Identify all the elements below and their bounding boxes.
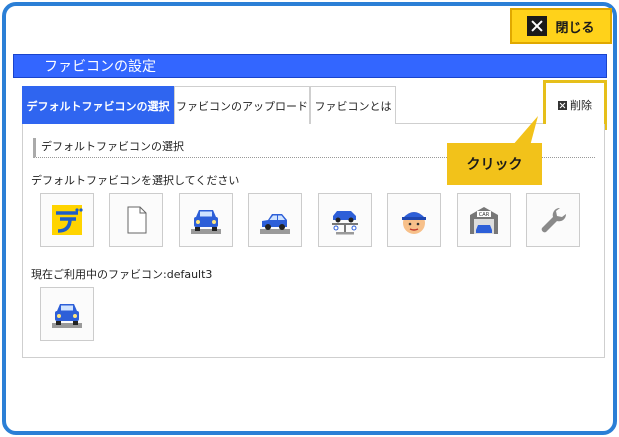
current-favicon-preview	[40, 287, 94, 341]
favicon-option-4[interactable]	[248, 193, 302, 247]
click-callout: クリック	[447, 143, 542, 185]
car-lift-icon	[332, 211, 358, 235]
favicon-option-8[interactable]	[526, 193, 580, 247]
blue-car-front-icon	[191, 210, 221, 234]
favicon-option-1[interactable]	[40, 193, 94, 247]
blue-car-front-icon	[52, 304, 82, 328]
delete-icon	[558, 100, 567, 110]
mechanic-face-icon	[402, 212, 426, 234]
tab-upload-favicon[interactable]: ファビコンのアップロード	[174, 86, 310, 124]
yellow-de-logo-icon	[52, 205, 83, 235]
tab-about-favicon[interactable]: ファビコンとは	[310, 86, 396, 124]
svg-text:CAR: CAR	[479, 212, 490, 218]
panel-title: ファビコンの設定	[13, 54, 607, 78]
delete-button[interactable]: 削除	[543, 80, 607, 130]
close-button[interactable]: 閉じる	[510, 8, 612, 44]
favicon-option-6[interactable]	[387, 193, 441, 247]
delete-button-label: 削除	[570, 99, 592, 112]
car-garage-icon: CAR	[470, 207, 498, 234]
wrench-icon	[541, 207, 567, 233]
tab-default-favicon[interactable]: デフォルトファビコンの選択	[22, 86, 174, 124]
select-prompt: デフォルトファビコンを選択してください	[31, 174, 240, 187]
blank-document-icon	[127, 206, 147, 234]
tab-bar: デフォルトファビコンの選択 ファビコンのアップロード ファビコンとは	[22, 86, 605, 124]
close-icon	[527, 16, 548, 36]
favicon-option-7[interactable]: CAR	[457, 193, 511, 247]
favicon-option-3[interactable]	[179, 193, 233, 247]
favicon-option-5[interactable]	[318, 193, 372, 247]
close-button-label: 閉じる	[555, 20, 595, 36]
current-favicon-label: 現在ご利用中のファビコン:default3	[31, 268, 213, 281]
blue-car-side-icon	[260, 214, 290, 234]
favicon-option-2[interactable]	[109, 193, 163, 247]
